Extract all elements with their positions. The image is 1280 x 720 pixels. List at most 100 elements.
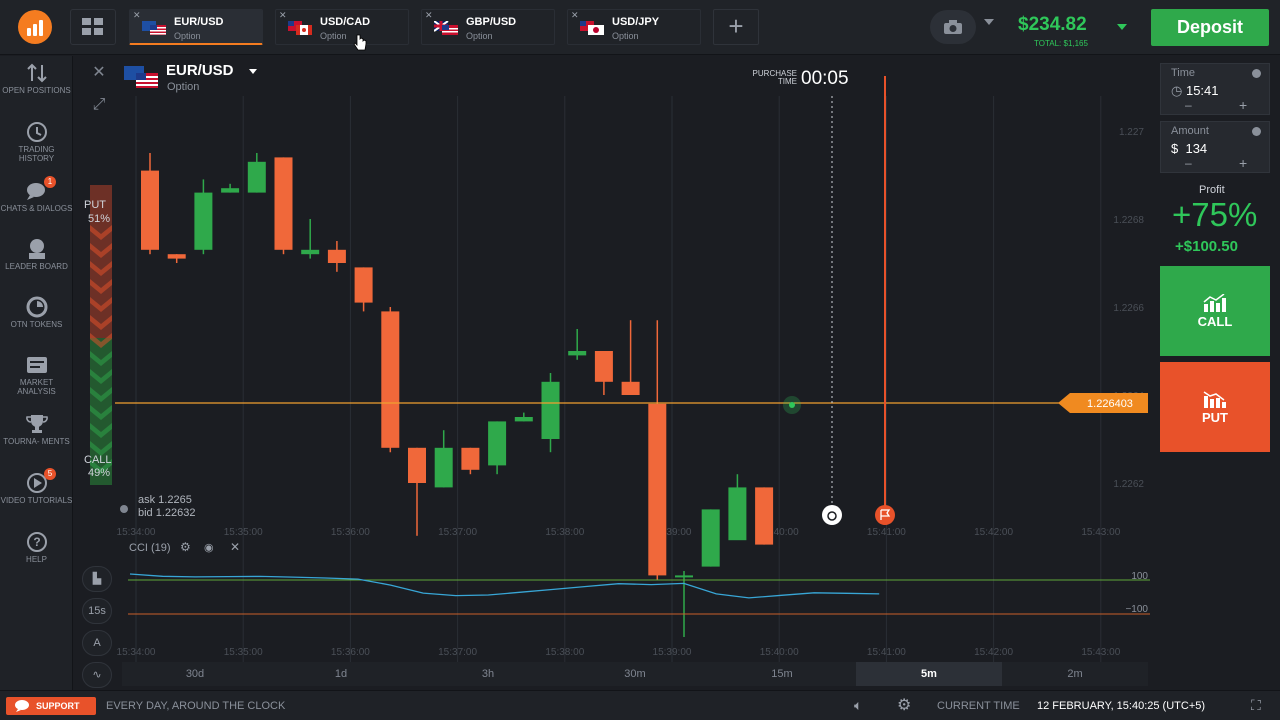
candle bbox=[354, 267, 373, 312]
price-chart[interactable]: 1.2271.22681.22661.22641.2262 15:34:0015… bbox=[0, 0, 1280, 690]
candle bbox=[648, 320, 667, 580]
candle bbox=[568, 329, 587, 360]
cci-settings-icon[interactable]: ⚙ bbox=[180, 540, 191, 554]
call-button[interactable]: CALL bbox=[1160, 266, 1270, 356]
amount-decrease-button[interactable]: – bbox=[1185, 156, 1192, 170]
timeframe-15m[interactable]: 15m bbox=[709, 662, 855, 686]
candle bbox=[728, 474, 747, 541]
asset-selector[interactable]: EUR/USD bbox=[166, 62, 234, 79]
sentiment-call-value: 49% bbox=[88, 467, 111, 479]
time-info-icon[interactable] bbox=[1252, 69, 1261, 78]
time-increase-button[interactable]: + bbox=[1239, 97, 1247, 113]
y-tick-label: 1.227 bbox=[1119, 127, 1144, 138]
purchase-timer-icon[interactable] bbox=[822, 505, 842, 525]
candle bbox=[274, 157, 293, 255]
candles bbox=[141, 153, 774, 637]
cci-x-axis-ticks: 15:34:00 15:35:00 15:36:00 15:37:00 15:38:00… bbox=[117, 647, 1121, 658]
time-value-text: 15:41 bbox=[1185, 83, 1219, 98]
asset-type: Option bbox=[167, 81, 200, 93]
current-time-value: 12 FEBRUARY, 15:40:25 (UTC+5) bbox=[1037, 700, 1206, 712]
amount-increase-button[interactable]: + bbox=[1239, 155, 1247, 171]
candle bbox=[408, 447, 426, 536]
trader-sentiment-bar bbox=[90, 185, 112, 485]
sentiment-call-label: CALL bbox=[84, 454, 112, 466]
expand-chart-icon[interactable]: ⤢ bbox=[88, 94, 110, 116]
cci-x-tick-label: 15:40:00 bbox=[760, 647, 799, 658]
footer: SUPPORT EVERY DAY, AROUND THE CLOCK 🔈︎ ⚙… bbox=[0, 690, 1280, 720]
timeframe-30d[interactable]: 30d bbox=[122, 662, 268, 686]
support-tagline: EVERY DAY, AROUND THE CLOCK bbox=[106, 700, 286, 712]
candle-body bbox=[514, 417, 533, 422]
chart-type-button[interactable]: ∿ bbox=[82, 662, 112, 688]
candle bbox=[755, 487, 774, 545]
candle-body bbox=[247, 161, 266, 193]
put-button[interactable]: PUT bbox=[1160, 362, 1270, 452]
candle-body bbox=[755, 487, 774, 545]
settings-gear-icon[interactable]: ⚙ bbox=[897, 695, 911, 715]
x-axis-ticks: 15:34:00 15:35:00 15:36:00 15:37:00 15:38:00… bbox=[117, 527, 1121, 538]
timeframe-bar: 30d 1d 3h 30m 15m 5m 2m bbox=[122, 662, 1148, 686]
timeframe-30m[interactable]: 30m bbox=[562, 662, 708, 686]
cci-x-tick-label: 15:34:00 bbox=[117, 647, 156, 658]
candle bbox=[594, 351, 613, 395]
candle-body bbox=[568, 351, 587, 356]
candle bbox=[381, 307, 400, 453]
timeframe-3h[interactable]: 3h bbox=[415, 662, 561, 686]
timeframe-2m[interactable]: 2m bbox=[1002, 662, 1148, 686]
cci-indicator-label: CCI (19) bbox=[129, 542, 171, 554]
support-label: SUPPORT bbox=[36, 701, 80, 711]
x-tick-label: 15:37:00 bbox=[438, 527, 477, 538]
cci-x-tick-label: 15:38:00 bbox=[545, 647, 584, 658]
amount-info-icon[interactable] bbox=[1252, 127, 1261, 136]
sound-icon[interactable]: 🔈︎ bbox=[854, 697, 862, 714]
candle-body bbox=[594, 351, 613, 382]
candle-body bbox=[541, 381, 560, 439]
cci-x-tick-label: 15:37:00 bbox=[438, 647, 477, 658]
close-chart-icon[interactable]: ✕ bbox=[88, 62, 110, 84]
candle bbox=[141, 153, 159, 255]
call-label: CALL bbox=[1197, 314, 1233, 329]
x-tick-label: 15:35:00 bbox=[224, 527, 263, 538]
amount-selector[interactable]: Amount $ 134 – + bbox=[1160, 121, 1270, 173]
expiration-flag-icon[interactable] bbox=[875, 505, 895, 525]
timeframe-5m[interactable]: 5m bbox=[856, 662, 1002, 686]
timeframe-1d[interactable]: 1d bbox=[268, 662, 414, 686]
current-time-label: CURRENT TIME bbox=[937, 700, 1020, 712]
x-tick-label: 15:42:00 bbox=[974, 527, 1013, 538]
candle bbox=[541, 373, 560, 453]
candle bbox=[675, 571, 693, 637]
time-decrease-button[interactable]: – bbox=[1185, 98, 1192, 112]
time-selector[interactable]: Time ◷ 15:41 – + bbox=[1160, 63, 1270, 115]
asset-chevron-down-icon[interactable] bbox=[249, 69, 257, 74]
trend-up-icon bbox=[1203, 294, 1226, 312]
bid-quote: bid 1.22632 bbox=[138, 507, 196, 519]
y-tick-label: 1.2268 bbox=[1113, 215, 1144, 226]
drawing-tools-button[interactable]: A bbox=[82, 630, 112, 656]
candle-body bbox=[675, 575, 693, 578]
fullscreen-icon[interactable]: ⛶ bbox=[1251, 697, 1261, 714]
eu-us-flag-icon bbox=[124, 66, 158, 88]
candle-timeframe-button[interactable]: 15s bbox=[82, 598, 112, 624]
support-button[interactable]: SUPPORT bbox=[6, 697, 96, 715]
cci-x-tick-label: 15:43:00 bbox=[1081, 647, 1120, 658]
cci-visibility-icon[interactable]: ◉ bbox=[204, 541, 214, 554]
candle-body bbox=[488, 421, 507, 466]
candle-body bbox=[167, 254, 186, 259]
trend-down-icon bbox=[1203, 391, 1226, 408]
indicators-button[interactable]: ▙ bbox=[82, 566, 112, 592]
candle-body bbox=[381, 311, 400, 448]
candle bbox=[514, 412, 533, 422]
currency-symbol: $ bbox=[1171, 141, 1179, 156]
candle bbox=[327, 241, 346, 272]
time-label: Time bbox=[1171, 67, 1196, 79]
support-chat-icon bbox=[15, 700, 29, 712]
amount-label: Amount bbox=[1171, 125, 1209, 137]
candle bbox=[221, 183, 240, 193]
clock-icon: ◷ bbox=[1171, 83, 1183, 98]
put-label: PUT bbox=[1202, 410, 1228, 425]
quotes-eye-icon[interactable] bbox=[120, 505, 128, 513]
purchase-countdown: 00:05 bbox=[801, 68, 849, 89]
candle-body bbox=[621, 381, 640, 395]
amount-value[interactable]: $ 134 bbox=[1171, 141, 1207, 156]
cci-remove-icon[interactable]: ✕ bbox=[230, 540, 240, 554]
